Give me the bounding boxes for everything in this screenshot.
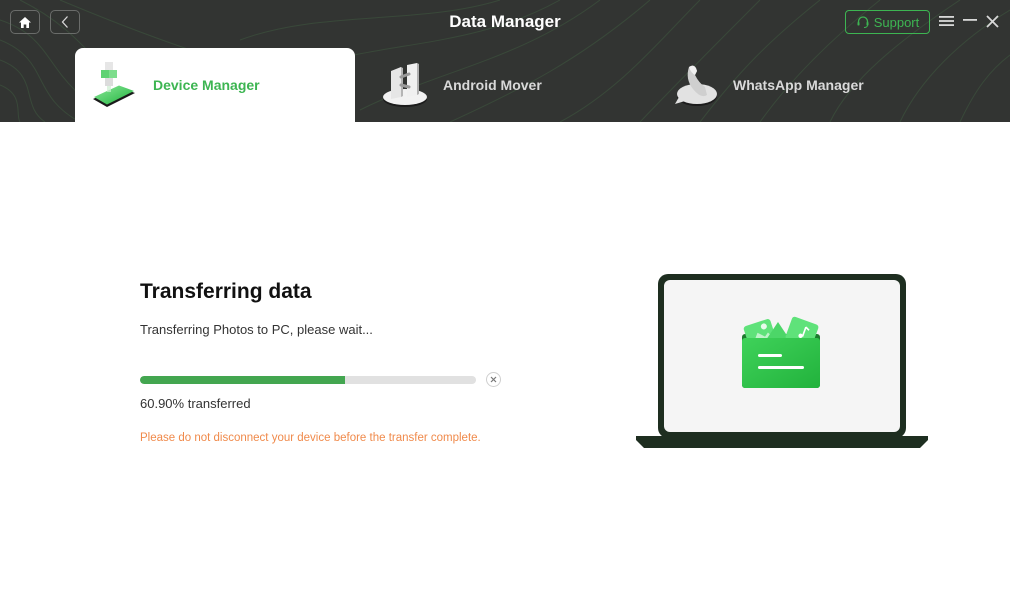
- back-button[interactable]: [50, 10, 80, 34]
- progress-bar-fill: [140, 376, 345, 384]
- tab-label-android-mover: Android Mover: [443, 77, 542, 93]
- support-label: Support: [873, 14, 920, 30]
- tab-label-whatsapp-manager: WhatsApp Manager: [733, 77, 864, 93]
- chevron-left-icon: [61, 16, 68, 28]
- menu-button[interactable]: [937, 11, 955, 31]
- tab-label-device-manager: Device Manager: [153, 77, 260, 93]
- disconnect-warning: Please do not disconnect your device bef…: [140, 432, 481, 444]
- home-button[interactable]: [10, 10, 40, 34]
- title-bar: Data Manager Support Device Manager Andr…: [0, 0, 1010, 122]
- support-button[interactable]: Support: [845, 10, 930, 34]
- device-manager-icon: [87, 57, 143, 113]
- whatsapp-manager-icon: [667, 57, 723, 113]
- transfer-subtitle: Transferring Photos to PC, please wait..…: [140, 322, 373, 337]
- headset-icon: [857, 16, 869, 28]
- tab-device-manager[interactable]: Device Manager: [75, 48, 355, 122]
- progress-percent-text: 60.90% transferred: [140, 396, 251, 411]
- progress-bar: [140, 376, 476, 384]
- tab-android-mover[interactable]: Android Mover: [365, 48, 645, 122]
- app-window: Data Manager Support Device Manager Andr…: [0, 0, 1010, 600]
- laptop-folder-illustration: [636, 274, 928, 448]
- minimize-icon: [963, 19, 977, 21]
- transfer-title: Transferring data: [140, 280, 312, 303]
- home-icon: [19, 16, 31, 28]
- android-mover-icon: [377, 57, 433, 113]
- close-button[interactable]: [983, 11, 1001, 31]
- cancel-x-icon: [490, 376, 497, 383]
- media-folder-icon: [742, 316, 820, 388]
- cancel-transfer-button[interactable]: [486, 372, 501, 387]
- close-icon: [985, 14, 999, 28]
- minimize-button[interactable]: [961, 11, 979, 31]
- tab-whatsapp-manager[interactable]: WhatsApp Manager: [655, 48, 955, 122]
- hamburger-menu-icon: [938, 16, 954, 26]
